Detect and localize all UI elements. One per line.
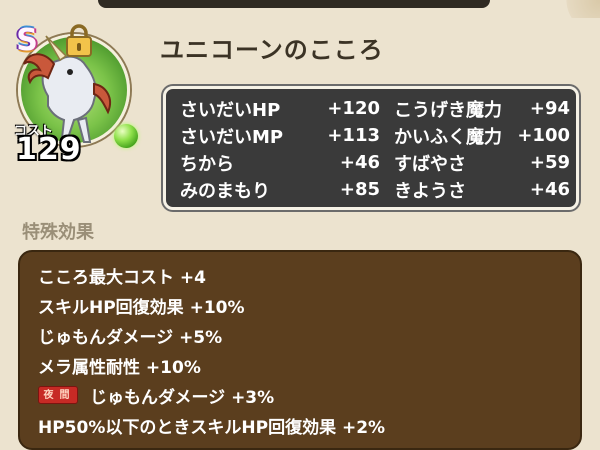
stat-row: きようさ +46 [380, 176, 570, 203]
effect-text: スキルHP回復効果 +10% [38, 297, 245, 318]
effect-text: こころ最大コスト +4 [38, 267, 206, 288]
effect-item: じゅもんダメージ +5% [38, 320, 580, 350]
stat-value: +120 [327, 98, 380, 119]
effect-item: メラ属性耐性 +10% [38, 350, 580, 380]
stat-value: +46 [529, 179, 570, 200]
special-effects-panel: こころ最大コスト +4 スキルHP回復効果 +10% じゅもんダメージ +5% … [18, 250, 582, 450]
stat-value: +100 [517, 125, 570, 146]
night-badge: 夜間 [38, 386, 78, 404]
rank-badge: S [16, 23, 38, 58]
stats-panel: さいだいHP +120 こうげき魔力 +94 さいだいMP +113 かいふく魔… [163, 86, 579, 210]
effect-item: スキルHP回復効果 +10% [38, 290, 580, 320]
effect-text: HP50%以下のときスキルHP回復効果 +2% [38, 417, 386, 438]
stat-row: さいだいHP +120 [180, 95, 380, 122]
stat-row: こうげき魔力 +94 [380, 95, 570, 122]
stat-name: かいふく魔力 [394, 126, 502, 148]
effect-text: じゅもんダメージ +5% [38, 327, 223, 348]
stat-value: +85 [339, 179, 380, 200]
effect-text: じゅもんダメージ +3% [90, 387, 275, 408]
stat-name: みのまもり [180, 180, 270, 202]
effect-item: こころ最大コスト +4 [38, 260, 580, 290]
stat-row: かいふく魔力 +100 [380, 122, 570, 149]
stat-name: すばやさ [394, 153, 466, 175]
special-effects-heading: 特殊効果 [22, 222, 94, 243]
stat-row: みのまもり +85 [180, 176, 380, 203]
cost-value: 129 [16, 132, 82, 167]
effect-text: メラ属性耐性 +10% [38, 357, 201, 378]
stat-value: +46 [339, 152, 380, 173]
stat-name: こうげき魔力 [394, 99, 502, 121]
stat-name: さいだいHP [180, 99, 281, 121]
effect-item: 夜間 じゅもんダメージ +3% [38, 380, 580, 410]
stat-row: すばやさ +59 [380, 149, 570, 176]
lock-icon[interactable] [64, 24, 94, 58]
top-frame-strip [98, 0, 490, 8]
monster-portrait[interactable]: S コスト 129 [8, 23, 132, 167]
stat-name: ちから [180, 153, 234, 175]
stat-name: さいだいMP [180, 126, 284, 148]
stat-row: ちから +46 [180, 149, 380, 176]
corner-decoration [556, 0, 600, 18]
stat-value: +94 [529, 98, 570, 119]
stat-row: さいだいMP +113 [180, 122, 380, 149]
stat-value: +59 [529, 152, 570, 173]
stat-name: きようさ [394, 180, 466, 202]
stat-value: +113 [327, 125, 380, 146]
heart-orb-icon [114, 124, 138, 148]
card-title: ユニコーンのこころ [160, 36, 384, 64]
